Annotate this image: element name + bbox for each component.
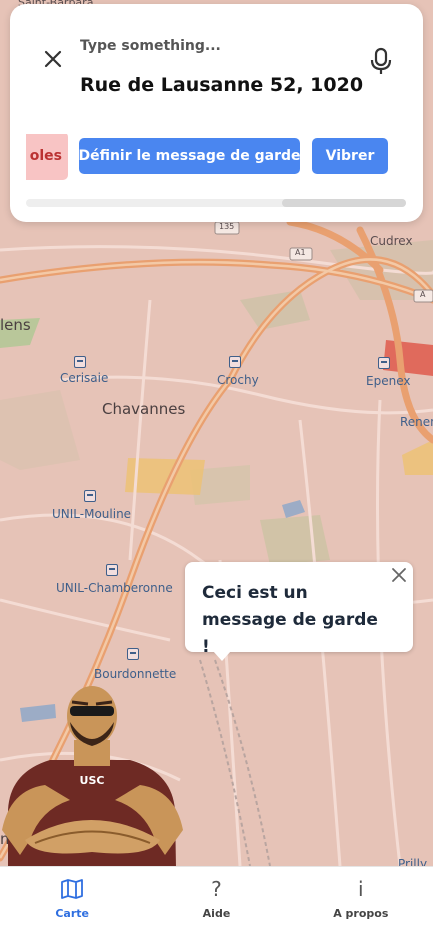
map-label-epenex: Epenex xyxy=(366,374,411,388)
map-label-lens: lens xyxy=(0,316,31,334)
close-icon xyxy=(392,568,406,582)
search-input[interactable]: Rue de Lausanne 52, 1020 Renn xyxy=(80,74,370,96)
define-guard-message-button[interactable]: Définir le message de garde xyxy=(78,138,301,174)
guard-badge-text: USC xyxy=(80,774,105,787)
voice-input-button[interactable] xyxy=(368,46,394,76)
chip-scrollbar-track[interactable] xyxy=(26,199,406,207)
map-label-cudrex: Cudrex xyxy=(370,234,413,248)
help-icon: ? xyxy=(211,877,222,901)
nav-tab-help[interactable]: ? Aide xyxy=(144,867,288,930)
info-icon: i xyxy=(358,877,364,901)
search-placeholder[interactable]: Type something... xyxy=(80,38,221,54)
chip-scrollbar-thumb[interactable] xyxy=(282,199,406,207)
nav-tab-map[interactable]: Carte xyxy=(0,867,144,930)
nav-label-map: Carte xyxy=(55,907,89,920)
map-label-prilly: Prilly xyxy=(398,857,428,866)
station-icon xyxy=(106,564,118,576)
guard-illustration: USC xyxy=(2,686,183,868)
close-bubble-button[interactable] xyxy=(391,564,407,588)
microphone-icon xyxy=(370,47,392,74)
road-shield-a1: A1 xyxy=(295,248,306,257)
map-label-crochy: Crochy xyxy=(217,373,259,387)
map-label-chavannes: Chavannes xyxy=(102,400,186,418)
road-shield-135: 135 xyxy=(219,222,235,231)
map-label-unil-mouline: UNIL-Mouline xyxy=(52,507,132,521)
station-icon xyxy=(127,648,139,660)
map-label-cerisaie: Cerisaie xyxy=(60,371,109,385)
chip-partial[interactable]: oles xyxy=(26,134,68,180)
map-icon xyxy=(60,877,84,901)
guard-message-text: Ceci est un message de garde ! xyxy=(202,583,378,657)
station-icon xyxy=(74,356,86,368)
map-label-renens: Renen xyxy=(400,415,433,429)
station-icon xyxy=(378,357,390,369)
map-label-bourdonnette: Bourdonnette xyxy=(94,667,177,681)
guard-message-bubble: Ceci est un message de garde ! xyxy=(185,562,413,661)
nav-label-about: A propos xyxy=(333,907,389,920)
close-icon xyxy=(44,50,62,68)
nav-tab-about[interactable]: i A propos xyxy=(289,867,433,930)
search-card: Type something... Rue de Lausanne 52, 10… xyxy=(10,4,423,222)
close-search-button[interactable] xyxy=(40,46,66,72)
nav-label-help: Aide xyxy=(202,907,231,920)
station-icon xyxy=(229,356,241,368)
road-shield-a: A xyxy=(420,290,426,299)
action-chip-row[interactable]: oles Définir le message de garde Vibrer xyxy=(26,134,406,184)
vibrate-button[interactable]: Vibrer xyxy=(312,138,388,174)
map-label-unil-chamberonne: UNIL-Chamberonne xyxy=(56,581,173,595)
bottom-navigation: Carte ? Aide i A propos xyxy=(0,866,433,930)
guard-character: USC xyxy=(0,680,185,868)
station-icon xyxy=(84,490,96,502)
